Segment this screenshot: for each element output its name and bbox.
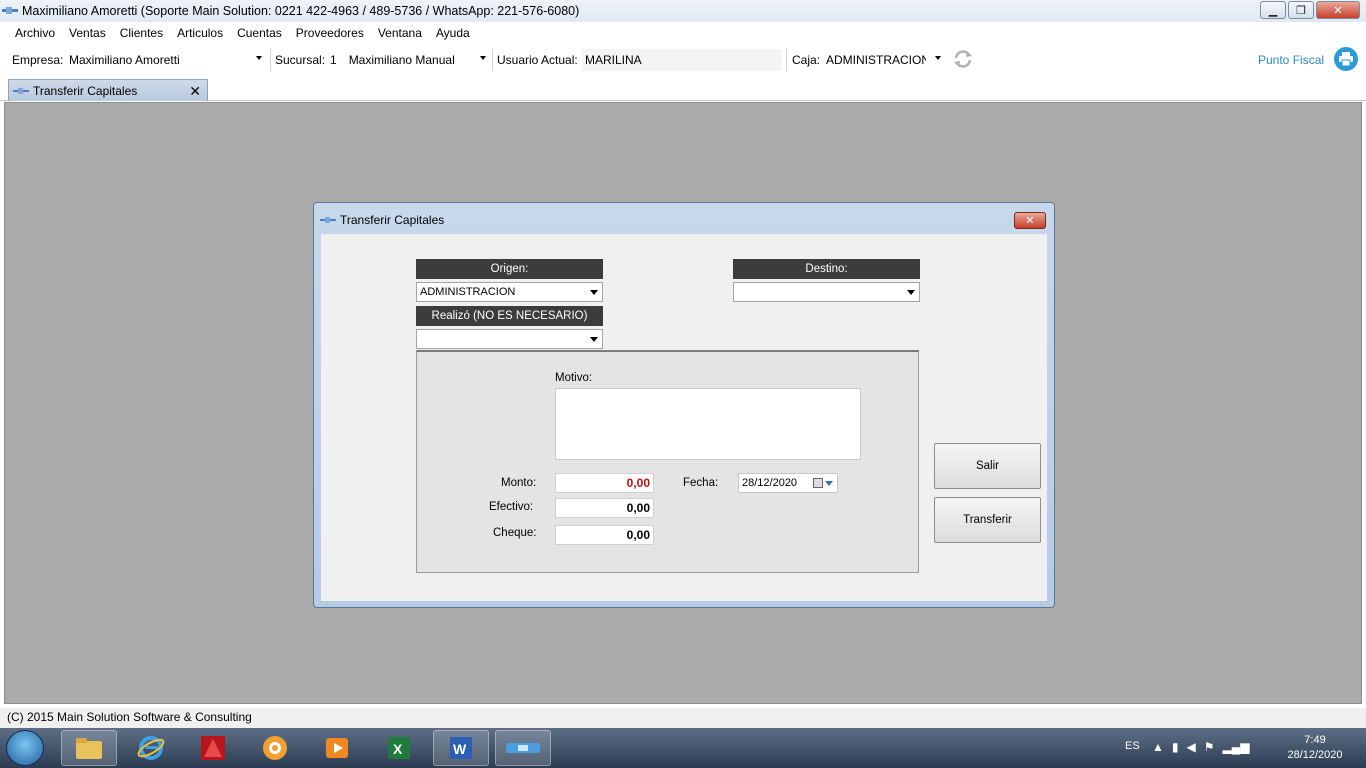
dialog-close-button[interactable]: ✕ <box>1014 212 1046 229</box>
dialog-window-icon <box>320 217 336 223</box>
usuario-label: Usuario Actual: <box>497 53 578 67</box>
salir-button[interactable]: Salir <box>934 443 1041 489</box>
sucursal-num: 1 <box>330 53 337 67</box>
main-solution-app-icon[interactable] <box>495 730 551 766</box>
svg-text:X: X <box>393 741 403 757</box>
menu-articulos[interactable]: Articulos <box>170 26 230 40</box>
tab-label: Transferir Capitales <box>33 83 138 98</box>
monto-field[interactable]: 0,00 <box>555 473 654 493</box>
media-player-icon[interactable] <box>309 730 365 766</box>
menu-bar: Archivo Ventas Clientes Articulos Cuenta… <box>0 22 1366 44</box>
system-tray: ▲ ▮ ◀ ⚑ ▂▄▆ <box>1152 740 1257 754</box>
gear-app-icon[interactable] <box>247 730 303 766</box>
motivo-textarea[interactable] <box>555 388 861 460</box>
menu-ventas[interactable]: Ventas <box>62 26 113 40</box>
battery-icon[interactable]: ▮ <box>1172 740 1179 754</box>
flag-icon[interactable]: ⚑ <box>1204 740 1215 754</box>
autocad-icon[interactable] <box>185 730 241 766</box>
empresa-value: Maximiliano Amoretti <box>69 53 180 67</box>
cheque-field[interactable]: 0,00 <box>555 525 654 545</box>
chevron-down-icon <box>907 290 915 295</box>
window-title: Maximiliano Amoretti (Soporte Main Solut… <box>22 4 580 18</box>
dialog-body: Origen: ADMINISTRACION Destino: Realizó … <box>321 234 1047 601</box>
realizo-select[interactable] <box>416 329 603 349</box>
empresa-label: Empresa: <box>12 53 64 67</box>
cheque-label: Cheque: <box>493 527 537 539</box>
sucursal-label: Sucursal: <box>275 53 326 67</box>
transferir-capitales-dialog: Transferir Capitales ✕ Origen: ADMINISTR… <box>313 202 1055 608</box>
chevron-down-icon <box>590 290 598 295</box>
efectivo-label: Efectivo: <box>489 501 534 513</box>
transfer-details-panel: Motivo: Monto: 0,00 Fecha: 28/12/2020 Ef… <box>416 350 919 573</box>
language-indicator[interactable]: ES <box>1125 740 1140 752</box>
origen-value: ADMINISTRACION <box>420 286 516 298</box>
menu-proveedores[interactable]: Proveedores <box>289 26 371 40</box>
motivo-label: Motivo: <box>555 372 593 384</box>
internet-explorer-icon[interactable] <box>123 730 179 766</box>
file-explorer-icon[interactable] <box>61 730 117 766</box>
window-close-button[interactable]: ✕ <box>1316 1 1360 19</box>
origen-select[interactable]: ADMINISTRACION <box>416 282 603 302</box>
dialog-title-bar: Transferir Capitales <box>320 213 444 227</box>
fecha-label: Fecha: <box>683 477 719 489</box>
svg-text:W: W <box>453 741 467 757</box>
destino-header: Destino: <box>733 259 920 279</box>
fecha-value: 28/12/2020 <box>742 477 798 489</box>
realizo-header: Realizó (NO ES NECESARIO) <box>416 306 603 326</box>
origen-header: Origen: <box>416 259 603 279</box>
status-bar: (C) 2015 Main Solution Software & Consul… <box>0 708 1366 728</box>
empresa-select[interactable]: Maximiliano Amoretti <box>66 49 266 71</box>
caja-value: ADMINISTRACION <box>826 53 926 67</box>
caja-label: Caja: <box>792 53 821 67</box>
app-icon <box>2 7 18 14</box>
chevron-down-icon <box>825 481 833 486</box>
start-button[interactable] <box>6 730 44 766</box>
fecha-date-picker[interactable]: 28/12/2020 <box>738 473 838 493</box>
chevron-down-icon <box>935 56 941 60</box>
chevron-down-icon <box>480 56 486 60</box>
sucursal-value: Maximiliano Manual <box>348 53 455 67</box>
toolbar: Empresa: Maximiliano Amoretti Sucursal: … <box>0 45 1366 75</box>
tab-window-icon <box>13 87 29 94</box>
dialog-title: Transferir Capitales <box>340 213 445 227</box>
printer-icon[interactable] <box>1334 47 1358 71</box>
sucursal-select[interactable]: 1 Maximiliano Manual <box>326 49 490 71</box>
minimize-button[interactable]: ▁ <box>1260 1 1286 19</box>
excel-icon[interactable]: X <box>371 730 427 766</box>
refresh-icon[interactable] <box>952 49 974 69</box>
show-hidden-icons-icon[interactable]: ▲ <box>1152 740 1164 754</box>
menu-archivo[interactable]: Archivo <box>8 26 62 40</box>
transferir-button[interactable]: Transferir <box>934 497 1041 543</box>
menu-ventana[interactable]: Ventana <box>371 26 429 40</box>
clock-date: 28/12/2020 <box>1287 749 1343 761</box>
chevron-down-icon <box>256 56 262 60</box>
volume-icon[interactable]: ◀ <box>1187 740 1196 754</box>
tab-transferir-capitales[interactable]: Transferir Capitales ✕ <box>8 79 208 101</box>
calendar-icon <box>813 478 823 488</box>
destino-select[interactable] <box>733 282 920 302</box>
tab-strip: Transferir Capitales ✕ <box>0 75 1366 101</box>
maximize-button[interactable]: ❐ <box>1288 1 1314 19</box>
clock-time: 7:49 <box>1304 734 1326 746</box>
efectivo-field[interactable]: 0,00 <box>555 498 654 518</box>
monto-label: Monto: <box>501 477 537 489</box>
punto-fiscal-link[interactable]: Punto Fiscal <box>1258 53 1324 67</box>
menu-cuentas[interactable]: Cuentas <box>230 26 289 40</box>
network-signal-icon[interactable]: ▂▄▆ <box>1223 740 1250 754</box>
menu-clientes[interactable]: Clientes <box>113 26 170 40</box>
system-clock[interactable]: 7:49 28/12/2020 <box>1282 733 1348 763</box>
usuario-field: MARILINA <box>582 49 782 71</box>
window-title-bar: Maximiliano Amoretti (Soporte Main Solut… <box>0 0 1366 22</box>
chevron-down-icon <box>590 337 598 342</box>
taskbar: X W ES ▲ ▮ ◀ ⚑ ▂▄▆ 7:49 28/12/2020 <box>0 728 1366 768</box>
menu-ayuda[interactable]: Ayuda <box>429 26 477 40</box>
caja-select[interactable]: ADMINISTRACION <box>823 49 945 71</box>
usuario-value: MARILINA <box>585 53 642 67</box>
tab-close-icon[interactable]: ✕ <box>189 83 201 100</box>
word-icon[interactable]: W <box>433 730 489 766</box>
